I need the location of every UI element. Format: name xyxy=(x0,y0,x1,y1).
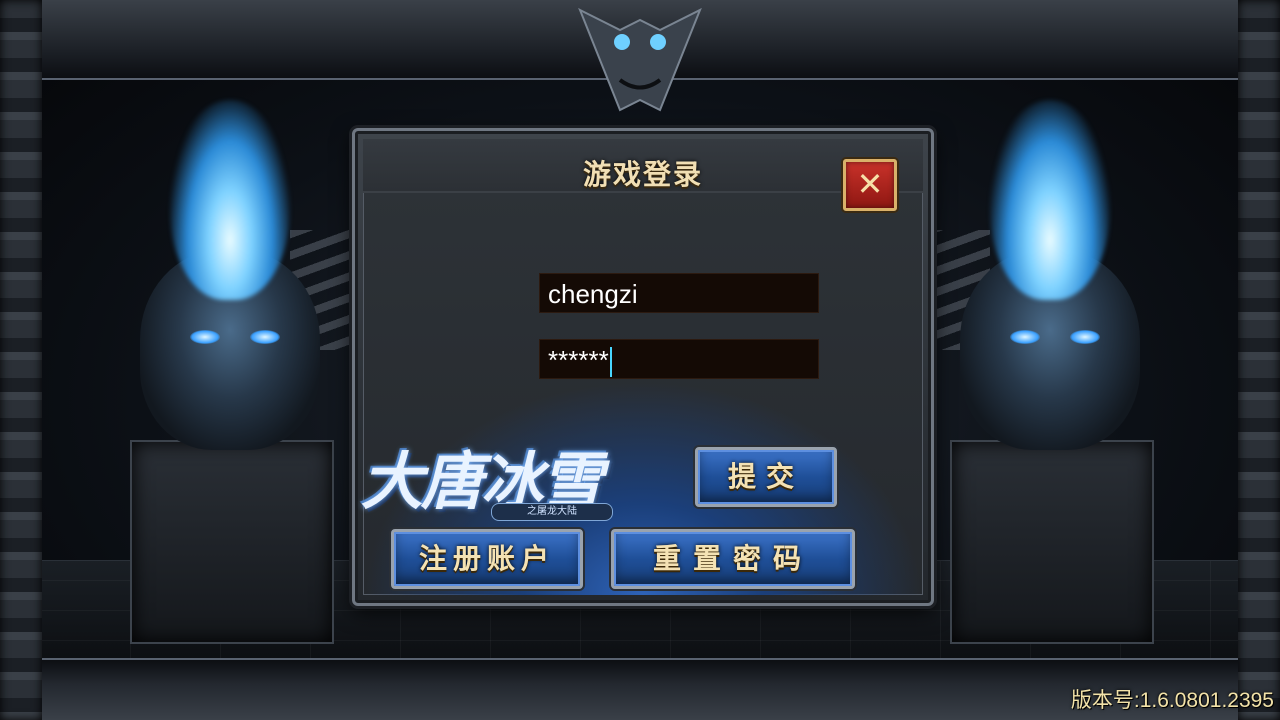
blue-flame xyxy=(990,100,1110,300)
glowing-eye xyxy=(1070,330,1100,344)
game-logo-subtitle: 之屠龙大陆 xyxy=(491,503,613,521)
password-input[interactable]: ****** xyxy=(539,339,819,379)
glowing-eye xyxy=(250,330,280,344)
statue-pedestal xyxy=(950,440,1154,644)
left-dragon-pillar xyxy=(0,0,42,720)
dragon-head-ornament xyxy=(578,7,702,112)
dialog-title-bar: 游戏登录 xyxy=(363,139,923,193)
game-logo: 大唐冰雪 之屠龙大陆 xyxy=(361,431,691,521)
reset-password-button[interactable]: 重置密码 xyxy=(611,529,855,589)
close-icon: ✕ xyxy=(856,165,884,203)
glowing-eye xyxy=(190,330,220,344)
right-skull-statue xyxy=(920,80,1180,644)
password-value: ****** xyxy=(548,345,609,375)
close-button[interactable]: ✕ xyxy=(843,159,897,211)
glowing-eye xyxy=(1010,330,1040,344)
left-skull-statue xyxy=(100,80,360,644)
submit-button[interactable]: 提交 xyxy=(695,447,837,507)
username-input[interactable]: chengzi xyxy=(539,273,819,313)
dialog-title: 游戏登录 xyxy=(582,158,703,191)
blue-flame xyxy=(170,100,290,300)
register-account-button[interactable]: 注册账户 xyxy=(391,529,583,589)
statue-pedestal xyxy=(130,440,334,644)
right-dragon-pillar xyxy=(1238,0,1280,720)
username-value: chengzi xyxy=(548,279,638,309)
login-dialog: 游戏登录 ✕ chengzi ****** 大唐冰雪 之屠龙大陆 提交 注册账户… xyxy=(352,128,934,606)
text-cursor xyxy=(609,347,612,378)
version-label: 版本号:1.6.0801.2395 xyxy=(1070,689,1274,712)
